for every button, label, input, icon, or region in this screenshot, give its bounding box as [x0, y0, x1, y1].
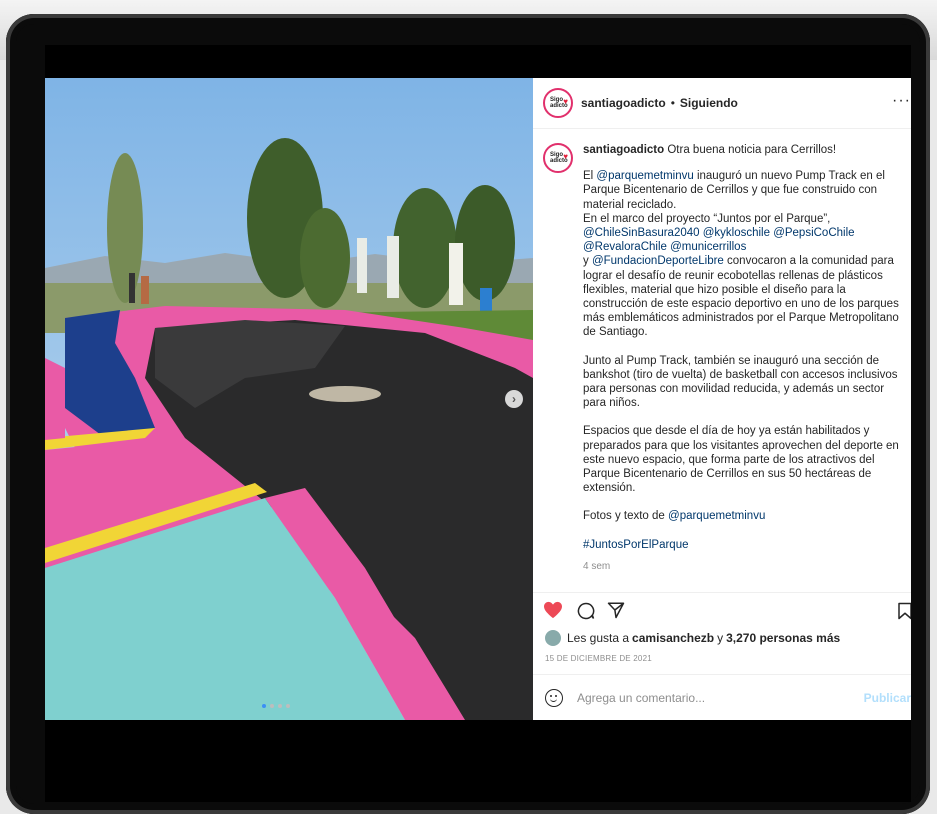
post-panel: Sigo adicto ♥ santiagoadicto • Siguiendo… [533, 78, 911, 720]
likes-line: Les gusta a camisanchezb y 3,270 persona… [545, 630, 840, 646]
caption-lead: Otra buena noticia para Cerrillos! [667, 144, 837, 156]
liker-avatar[interactable] [545, 630, 561, 646]
mention-link[interactable]: @RevaloraChile @municerrillos [583, 241, 746, 253]
carousel-dot [278, 704, 282, 708]
action-bar [533, 592, 911, 629]
mention-link[interactable]: @ChileSinBasura2040 @kykloschile @PepsiC… [583, 227, 855, 239]
carousel-dots [262, 704, 290, 708]
pump-track-image [45, 78, 533, 720]
comment-input[interactable] [575, 690, 849, 706]
post-header: Sigo adicto ♥ santiagoadicto • Siguiendo… [533, 78, 911, 129]
carousel-dot [262, 704, 266, 708]
account-avatar[interactable]: Sigo adicto ♥ [543, 88, 573, 118]
comment-icon[interactable] [577, 602, 595, 625]
caption-body: santiagoadicto Otra buena noticia para C… [583, 143, 901, 574]
caption-paragraph: Espacios que desde el día de hoy ya está… [583, 425, 899, 495]
next-slide-button[interactable]: › [505, 390, 523, 408]
save-bookmark-icon[interactable] [897, 602, 911, 625]
caption-text: En el marco del proyecto “Juntos por el … [583, 212, 831, 225]
caption-paragraph: Junto al Pump Track, también se inauguró… [583, 354, 898, 410]
separator: • [670, 96, 675, 110]
heart-icon: ♥ [563, 152, 568, 161]
likes-prefix: Les gusta a [567, 631, 630, 645]
more-options-icon[interactable]: ··· [892, 92, 911, 110]
mention-link[interactable]: @parquemetminvu [596, 170, 693, 182]
caption-text: convocaron a la comunidad para lograr el… [583, 255, 899, 339]
likes-count-link[interactable]: 3,270 personas más [726, 631, 840, 645]
follow-status-button[interactable]: Siguiendo [680, 96, 738, 110]
post-photo[interactable] [45, 78, 533, 720]
account-name-link[interactable]: santiagoadicto [581, 96, 666, 110]
caption-text: Fotos y texto de [583, 510, 669, 523]
hashtag-link[interactable]: #JuntosPorElParque [583, 538, 901, 552]
likes-mid: y [717, 631, 724, 645]
carousel-dot [270, 704, 274, 708]
caption-text: El [583, 170, 597, 183]
emoji-icon[interactable] [545, 689, 563, 707]
liker-username-link[interactable]: camisanchezb [632, 631, 714, 645]
share-icon[interactable] [607, 601, 625, 624]
post-date: 15 DE DICIEMBRE DE 2021 [545, 654, 652, 663]
like-heart-icon[interactable] [543, 601, 563, 624]
caption-text: y [583, 255, 592, 268]
comment-box: Publicar [533, 674, 911, 720]
carousel-dot [286, 704, 290, 708]
post-time[interactable]: 4 sem [583, 560, 901, 574]
caption: Sigo adicto ♥ santiagoadicto Otra buena … [533, 129, 911, 574]
caption-account-link[interactable]: santiagoadicto [583, 144, 664, 156]
heart-icon: ♥ [563, 97, 568, 106]
mention-link[interactable]: @FundacionDeporteLibre [592, 255, 724, 267]
publish-button[interactable]: Publicar [864, 691, 911, 705]
caption-avatar[interactable]: Sigo adicto ♥ [543, 143, 573, 173]
mention-link[interactable]: @parquemetminvu [668, 510, 765, 522]
